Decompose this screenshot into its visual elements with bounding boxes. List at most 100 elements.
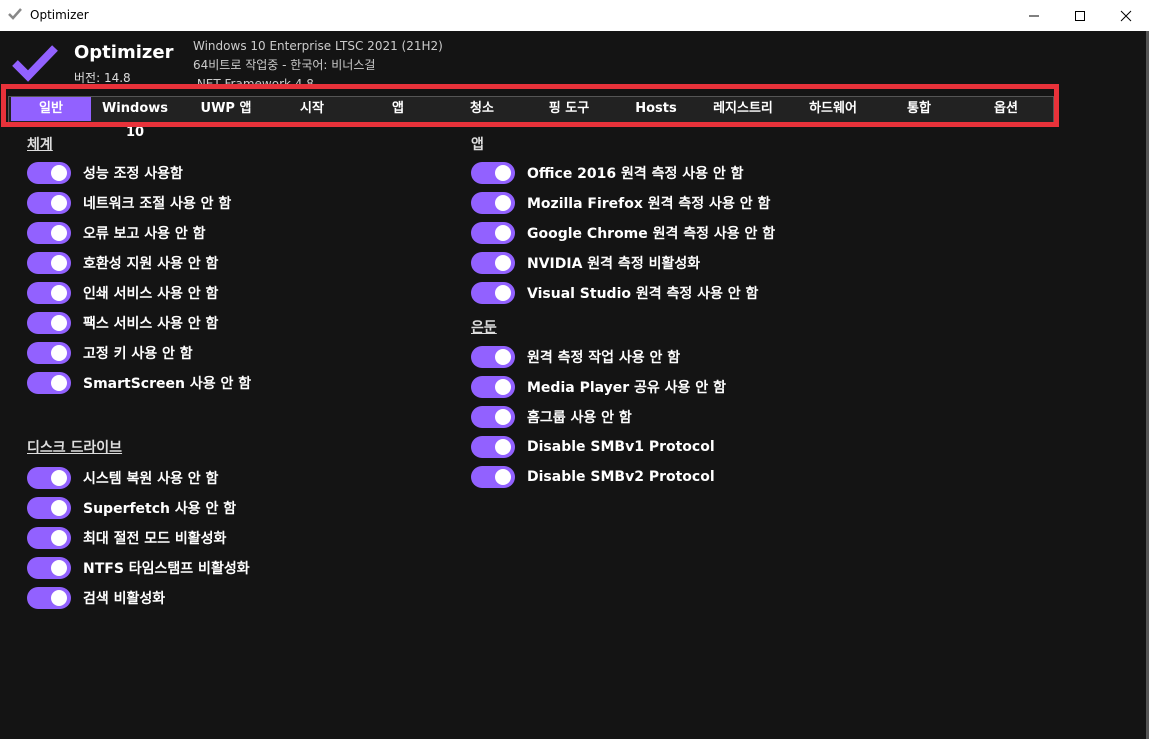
toggle-label: SmartScreen 사용 안 함 bbox=[83, 376, 252, 392]
os-arch: 64비트로 작업중 - 한국어: 비너스걸 bbox=[193, 58, 376, 72]
window-title: Optimizer bbox=[30, 8, 89, 22]
toggle-label: Superfetch 사용 안 함 bbox=[83, 501, 237, 517]
toggle-switch[interactable] bbox=[471, 406, 515, 428]
toggle-label: 시스템 복원 사용 안 함 bbox=[83, 471, 219, 487]
toggle-switch[interactable] bbox=[27, 342, 71, 364]
minimize-button[interactable] bbox=[1011, 0, 1057, 31]
app-header: Optimizer 버전: 14.8 Windows 10 Enterprise… bbox=[0, 31, 1149, 94]
title-bar: Optimizer bbox=[0, 0, 1149, 32]
toggle-label: Office 2016 원격 측정 사용 안 함 bbox=[527, 166, 744, 182]
toggle-switch[interactable] bbox=[471, 252, 515, 274]
toggle-item[interactable]: 검색 비활성화 bbox=[27, 586, 165, 610]
tab-integration[interactable]: 통합 bbox=[878, 97, 960, 121]
toggle-label: 고정 키 사용 안 함 bbox=[83, 346, 193, 362]
tab-registry[interactable]: 레지스트리 bbox=[697, 97, 789, 121]
toggle-switch[interactable] bbox=[27, 527, 71, 549]
toggle-label: 최대 절전 모드 비활성화 bbox=[83, 531, 227, 547]
toggle-item[interactable]: 오류 보고 사용 안 함 bbox=[27, 221, 206, 245]
tab-cleaner[interactable]: 청소 bbox=[441, 97, 523, 121]
toggle-label: 홈그룹 사용 안 함 bbox=[527, 410, 632, 426]
maximize-icon bbox=[1075, 10, 1085, 21]
toggle-switch[interactable] bbox=[471, 436, 515, 458]
toggle-switch[interactable] bbox=[27, 557, 71, 579]
section-apps-title: 앱 bbox=[471, 137, 484, 153]
main-content: 일반 Windows 10 UWP 앱 시작 앱 청소 핑 도구 Hosts 레… bbox=[0, 94, 1146, 739]
toggle-switch[interactable] bbox=[471, 222, 515, 244]
toggle-label: 인쇄 서비스 사용 안 함 bbox=[83, 286, 219, 302]
toggle-label: Disable SMBv1 Protocol bbox=[527, 439, 715, 455]
toggle-item[interactable]: Visual Studio 원격 측정 사용 안 함 bbox=[471, 281, 758, 305]
toggle-label: NTFS 타임스탬프 비활성화 bbox=[83, 561, 250, 577]
checkmark-logo-icon bbox=[12, 45, 58, 82]
toggle-label: Mozilla Firefox 원격 측정 사용 안 함 bbox=[527, 196, 771, 212]
toggle-item[interactable]: 네트워크 조절 사용 안 함 bbox=[27, 191, 231, 215]
toggle-item[interactable]: Office 2016 원격 측정 사용 안 함 bbox=[471, 161, 744, 185]
tab-windows10[interactable]: Windows 10 bbox=[93, 97, 177, 140]
toggle-item[interactable]: Superfetch 사용 안 함 bbox=[27, 496, 236, 520]
toggle-label: 원격 측정 작업 사용 안 함 bbox=[527, 350, 681, 366]
toggle-label: Google Chrome 원격 측정 사용 안 함 bbox=[527, 226, 776, 242]
toggle-switch[interactable] bbox=[471, 282, 515, 304]
toggle-item[interactable]: Mozilla Firefox 원격 측정 사용 안 함 bbox=[471, 191, 770, 215]
toggle-switch[interactable] bbox=[27, 312, 71, 334]
toggle-item[interactable]: Disable SMBv2 Protocol bbox=[471, 465, 715, 489]
toggle-item[interactable]: NTFS 타임스탬프 비활성화 bbox=[27, 556, 250, 580]
tab-apps[interactable]: 앱 bbox=[357, 97, 439, 121]
toggle-item[interactable]: Disable SMBv1 Protocol bbox=[471, 435, 715, 459]
tab-pinger[interactable]: 핑 도구 bbox=[528, 97, 610, 121]
toggle-switch[interactable] bbox=[27, 162, 71, 184]
toggle-label: Media Player 공유 사용 안 함 bbox=[527, 380, 726, 396]
tab-general[interactable]: 일반 bbox=[11, 97, 91, 121]
app-name: Optimizer bbox=[74, 42, 174, 63]
toggle-item[interactable]: NVIDIA 원격 측정 비활성화 bbox=[471, 251, 700, 275]
section-misc-title: 은둔 bbox=[471, 320, 497, 336]
toggle-switch[interactable] bbox=[471, 192, 515, 214]
toggle-label: 네트워크 조절 사용 안 함 bbox=[83, 196, 232, 212]
toggle-item[interactable]: 원격 측정 작업 사용 안 함 bbox=[471, 345, 680, 369]
toggle-item[interactable]: 인쇄 서비스 사용 안 함 bbox=[27, 281, 218, 305]
toggle-switch[interactable] bbox=[27, 252, 71, 274]
toggle-switch[interactable] bbox=[471, 346, 515, 368]
toggle-item[interactable]: Media Player 공유 사용 안 함 bbox=[471, 375, 726, 399]
toggle-item[interactable]: 홈그룹 사용 안 함 bbox=[471, 405, 632, 429]
toggle-label: 호환성 지원 사용 안 함 bbox=[83, 256, 219, 272]
toggle-switch[interactable] bbox=[27, 587, 71, 609]
framework-version: .NET Framework 4.8 bbox=[193, 77, 314, 91]
toggle-item[interactable]: Google Chrome 원격 측정 사용 안 함 bbox=[471, 221, 775, 245]
section-system-title: 체계 bbox=[27, 137, 53, 153]
toggle-switch[interactable] bbox=[471, 162, 515, 184]
toggle-item[interactable]: 팩스 서비스 사용 안 함 bbox=[27, 311, 218, 335]
maximize-button[interactable] bbox=[1057, 0, 1103, 31]
version-label: 버전: 14.8 bbox=[74, 71, 131, 85]
toggle-switch[interactable] bbox=[27, 372, 71, 394]
toggle-switch[interactable] bbox=[471, 466, 515, 488]
toggle-item[interactable]: SmartScreen 사용 안 함 bbox=[27, 371, 251, 395]
toggle-item[interactable]: 성능 조정 사용함 bbox=[27, 161, 183, 185]
toggle-label: 팩스 서비스 사용 안 함 bbox=[83, 316, 219, 332]
os-name: Windows 10 Enterprise LTSC 2021 (21H2) bbox=[193, 39, 443, 53]
close-icon bbox=[1120, 10, 1132, 21]
toggle-label: NVIDIA 원격 측정 비활성화 bbox=[527, 256, 701, 272]
toggle-switch[interactable] bbox=[27, 192, 71, 214]
toggle-label: 오류 보고 사용 안 함 bbox=[83, 226, 206, 242]
toggle-item[interactable]: 최대 절전 모드 비활성화 bbox=[27, 526, 226, 550]
tab-strip: 일반 Windows 10 UWP 앱 시작 앱 청소 핑 도구 Hosts 레… bbox=[8, 96, 1054, 140]
toggle-switch[interactable] bbox=[27, 222, 71, 244]
toggle-switch[interactable] bbox=[27, 282, 71, 304]
tab-hardware[interactable]: 하드웨어 bbox=[792, 97, 874, 121]
tab-uwp[interactable]: UWP 앱 bbox=[185, 97, 267, 121]
close-button[interactable] bbox=[1103, 0, 1149, 31]
toggle-item[interactable]: 호환성 지원 사용 안 함 bbox=[27, 251, 218, 275]
toggle-switch[interactable] bbox=[27, 497, 71, 519]
toggle-item[interactable]: 고정 키 사용 안 함 bbox=[27, 341, 193, 365]
tab-hosts[interactable]: Hosts bbox=[615, 97, 697, 121]
checkmark-icon bbox=[8, 8, 22, 20]
toggle-switch[interactable] bbox=[27, 467, 71, 489]
section-disk-title: 디스크 드라이브 bbox=[27, 440, 123, 456]
toggle-item[interactable]: 시스템 복원 사용 안 함 bbox=[27, 466, 218, 490]
toggle-switch[interactable] bbox=[471, 376, 515, 398]
system-info: Windows 10 Enterprise LTSC 2021 (21H2) 6… bbox=[193, 37, 443, 94]
tab-startup[interactable]: 시작 bbox=[271, 97, 353, 121]
tab-options[interactable]: 옵션 bbox=[965, 97, 1047, 121]
minimize-icon bbox=[1029, 15, 1039, 16]
